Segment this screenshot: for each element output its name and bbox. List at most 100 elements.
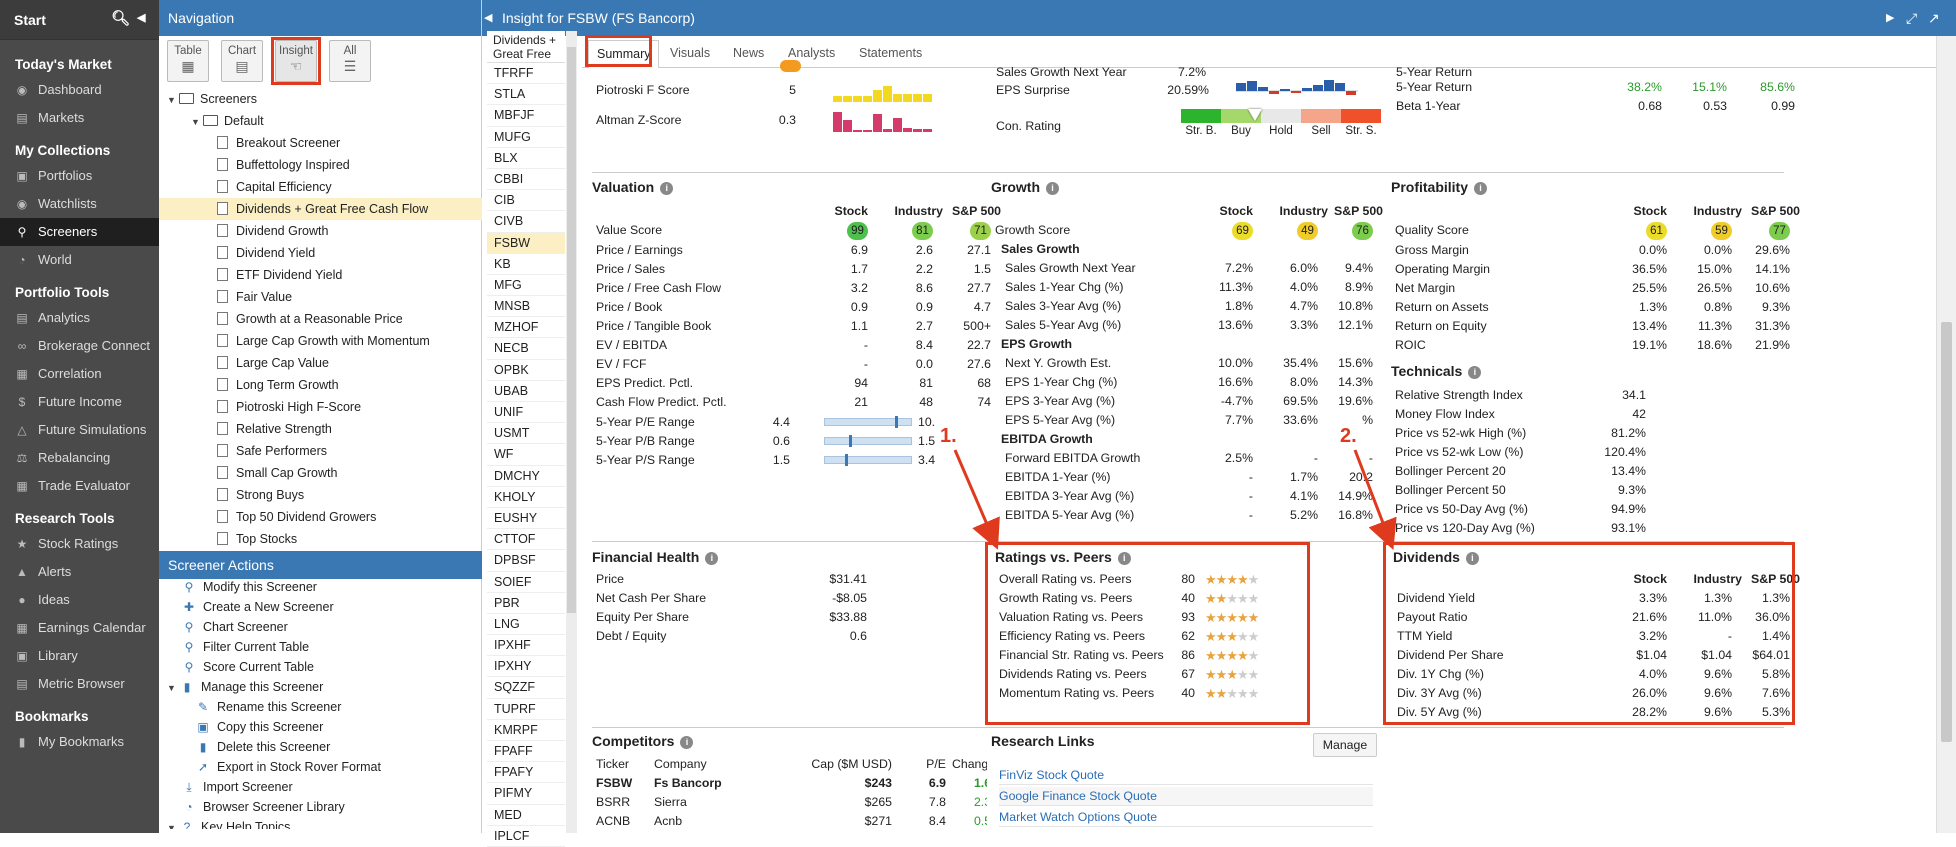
- info-icon[interactable]: i: [705, 552, 719, 565]
- sidebar-item-portfolios[interactable]: ▣ Portfolios: [0, 162, 159, 190]
- ticker-item[interactable]: UNIF: [487, 402, 565, 424]
- screener-item[interactable]: ETF Dividend Yield: [159, 264, 482, 286]
- ticker-item[interactable]: IPLCF: [487, 826, 565, 847]
- screener-item[interactable]: Top Stocks: [159, 528, 482, 550]
- sidebar-item-library[interactable]: ▣ Library: [0, 642, 159, 670]
- research-link[interactable]: Market Watch Options Quote: [999, 808, 1373, 827]
- sidebar-item-ideas[interactable]: ● Ideas: [0, 586, 159, 614]
- sidebar-item-markets[interactable]: ▤ Markets: [0, 104, 159, 132]
- screener-item[interactable]: Small Cap Growth: [159, 462, 482, 484]
- ticker-item[interactable]: KHOLY: [487, 487, 565, 508]
- screener-item[interactable]: Dividends + Great Free Cash Flow: [159, 198, 482, 220]
- screener-item[interactable]: Piotroski High F-Score: [159, 396, 482, 418]
- screener-item[interactable]: Safe Performers: [159, 440, 482, 462]
- ticker-item[interactable]: FPAFF: [487, 741, 565, 763]
- ticker-item[interactable]: MNSB: [487, 296, 565, 318]
- screener-item[interactable]: Top 50 Dividend Growers: [159, 506, 482, 528]
- sidebar-item-my-bookmarks[interactable]: ▮ My Bookmarks: [0, 728, 159, 756]
- ticker-item[interactable]: USMT: [487, 423, 565, 445]
- competitor-row[interactable]: BSRR Sierra $265 7.8 2.3%: [592, 793, 987, 812]
- ticker-item[interactable]: CTTOF: [487, 529, 565, 551]
- tree-node-default[interactable]: ▼ Default: [159, 110, 482, 132]
- ticker-item[interactable]: IPXHF: [487, 635, 565, 657]
- research-link[interactable]: FinViz Stock Quote: [999, 766, 1373, 785]
- sidebar-item-future-simulations[interactable]: △ Future Simulations: [0, 416, 159, 444]
- sidebar-item-trade-evaluator[interactable]: ▦ Trade Evaluator: [0, 472, 159, 500]
- action-manage[interactable]: ▼ ▮ Manage this Screener: [159, 677, 482, 697]
- ticker-item[interactable]: MZHOF: [487, 317, 565, 339]
- sidebar-item-analytics[interactable]: ▤ Analytics: [0, 304, 159, 332]
- ticker-item[interactable]: TFRFF: [487, 63, 565, 85]
- competitor-row[interactable]: ACNB Acnb $271 8.4 0.5%: [592, 812, 987, 831]
- sidebar-item-dashboard[interactable]: ◉ Dashboard: [0, 76, 159, 104]
- screener-item[interactable]: Fair Value: [159, 286, 482, 308]
- search-icon[interactable]: 🔍︎: [111, 9, 130, 27]
- action-delete[interactable]: ▮ Delete this Screener: [159, 737, 482, 757]
- ticker-item[interactable]: TUPRF: [487, 699, 565, 720]
- ticker-item[interactable]: BLX: [487, 148, 565, 169]
- ticker-item[interactable]: DMCHY: [487, 466, 565, 487]
- ticker-item[interactable]: CIB: [487, 190, 565, 212]
- ticker-item[interactable]: MFG: [487, 275, 565, 297]
- ticker-item[interactable]: SQZZF: [487, 677, 565, 699]
- screener-item[interactable]: Large Cap Value: [159, 352, 482, 374]
- action-export[interactable]: ➚ Export in Stock Rover Format: [159, 757, 482, 777]
- research-link[interactable]: Google Finance Stock Quote: [999, 787, 1373, 806]
- info-icon[interactable]: i: [1046, 182, 1059, 195]
- scroll-thumb[interactable]: [1941, 322, 1952, 742]
- ticker-item[interactable]: WF: [487, 444, 565, 466]
- ticker-item[interactable]: IPXHY: [487, 656, 565, 678]
- tab-news[interactable]: News: [725, 40, 772, 68]
- action-filter[interactable]: ⚲ Filter Current Table: [159, 637, 482, 657]
- screener-item[interactable]: Strong Buys: [159, 484, 482, 506]
- sidebar-item-rebalancing[interactable]: ⚖ Rebalancing: [0, 444, 159, 472]
- view-chart-button[interactable]: Chart ▤: [221, 40, 263, 82]
- sidebar-item-alerts[interactable]: ▲ Alerts: [0, 558, 159, 586]
- screener-item[interactable]: Large Cap Growth with Momentum: [159, 330, 482, 352]
- start-header[interactable]: Start 🔍︎ ◀: [0, 0, 159, 40]
- tab-statements[interactable]: Statements: [851, 40, 930, 68]
- screener-item[interactable]: Relative Strength: [159, 418, 482, 440]
- sidebar-item-earnings[interactable]: ▦ Earnings Calendar: [0, 614, 159, 642]
- fit-icon[interactable]: ⤢: [1906, 0, 1917, 36]
- expand-right-icon[interactable]: ▶: [1886, 0, 1894, 36]
- ticker-item[interactable]: MUFG: [487, 127, 565, 148]
- ticker-item[interactable]: FSBW: [487, 232, 565, 254]
- action-help[interactable]: ▼? Key Help Topics: [159, 817, 482, 829]
- ticker-item[interactable]: MED: [487, 805, 565, 826]
- action-score[interactable]: ⚲ Score Current Table: [159, 657, 482, 677]
- screener-item[interactable]: Growth at a Reasonable Price: [159, 308, 482, 330]
- screener-item[interactable]: Long Term Growth: [159, 374, 482, 396]
- manage-button[interactable]: Manage: [1313, 733, 1377, 757]
- screener-item[interactable]: Capital Efficiency: [159, 176, 482, 198]
- screener-item[interactable]: Breakout Screener: [159, 132, 482, 154]
- scroll-thumb[interactable]: [567, 47, 576, 613]
- view-all-button[interactable]: All ☰: [329, 40, 371, 82]
- popout-icon[interactable]: ↗: [1928, 0, 1940, 36]
- info-icon[interactable]: i: [1468, 366, 1482, 379]
- info-icon[interactable]: i: [680, 736, 694, 749]
- action-modify[interactable]: ⚲ Modify this Screener: [159, 577, 482, 597]
- competitor-row[interactable]: FSBW Fs Bancorp $243 6.9 1.6%: [592, 774, 987, 793]
- ticker-scrollbar[interactable]: [566, 31, 577, 833]
- ticker-item[interactable]: FPAFY: [487, 762, 565, 784]
- ticker-item[interactable]: PIFMY: [487, 783, 565, 805]
- action-import[interactable]: ⤓ Import Screener: [159, 777, 482, 797]
- ticker-item[interactable]: PBR: [487, 593, 565, 614]
- info-icon[interactable]: i: [660, 182, 674, 195]
- main-scrollbar[interactable]: [1936, 36, 1956, 833]
- sidebar-item-future-income[interactable]: $ Future Income: [0, 388, 159, 416]
- ticker-item[interactable]: LNG: [487, 614, 565, 636]
- ticker-item[interactable]: SOIEF: [487, 572, 565, 593]
- ticker-item[interactable]: NECB: [487, 338, 565, 360]
- sidebar-item-metric-browser[interactable]: ▤ Metric Browser: [0, 670, 159, 698]
- sidebar-item-brokerage[interactable]: ∞ Brokerage Connect: [0, 332, 159, 360]
- collapse-icon[interactable]: ◀: [137, 11, 145, 24]
- action-create[interactable]: ✚ Create a New Screener: [159, 597, 482, 617]
- ticker-item[interactable]: KB: [487, 254, 565, 275]
- action-library[interactable]: ◔ Browser Screener Library: [159, 797, 482, 817]
- view-table-button[interactable]: Table ▦: [167, 40, 209, 82]
- ticker-item[interactable]: CIVB: [487, 211, 565, 233]
- info-icon[interactable]: i: [1474, 182, 1488, 195]
- tree-node-screeners[interactable]: ▼ Screeners: [159, 88, 482, 110]
